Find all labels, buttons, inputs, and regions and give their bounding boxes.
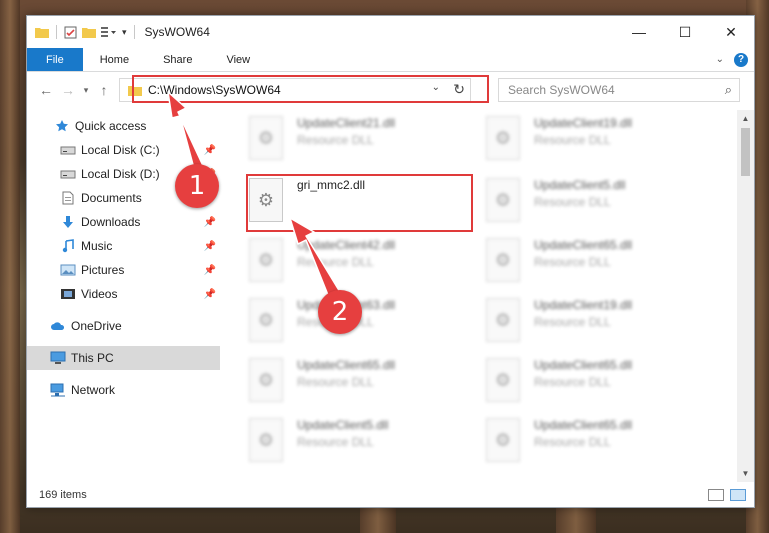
step-badge-1: 1 bbox=[175, 164, 219, 208]
step-badge-2: 2 bbox=[318, 290, 362, 334]
annotation-arrows bbox=[167, 91, 341, 301]
